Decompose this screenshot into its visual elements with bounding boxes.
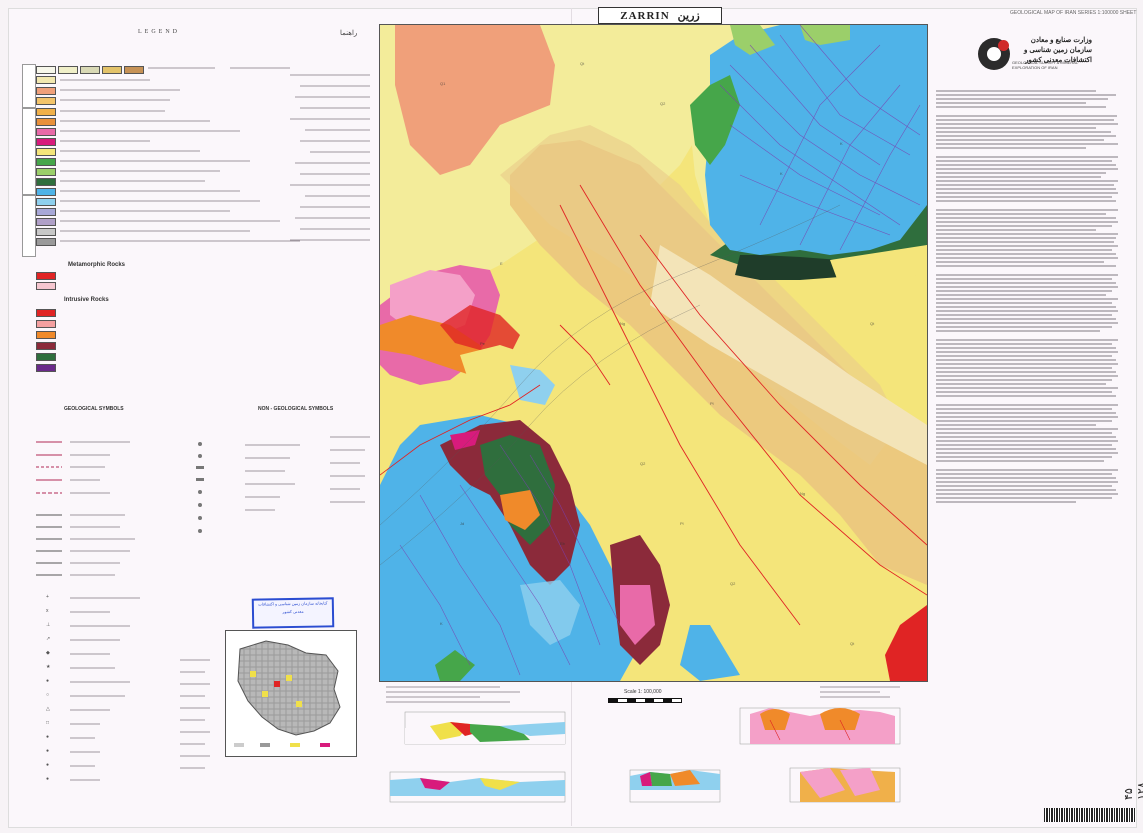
- barcode: [1044, 808, 1136, 822]
- cross-section-a: [404, 711, 566, 745]
- cross-section-c: [389, 771, 566, 803]
- sheet-number: ۴۵ ۱۲۸: [1123, 782, 1143, 800]
- cross-section-e: [789, 767, 901, 803]
- explanatory-text: [936, 90, 1122, 505]
- cross-section-b: [739, 707, 901, 745]
- cross-section-d: [629, 769, 721, 803]
